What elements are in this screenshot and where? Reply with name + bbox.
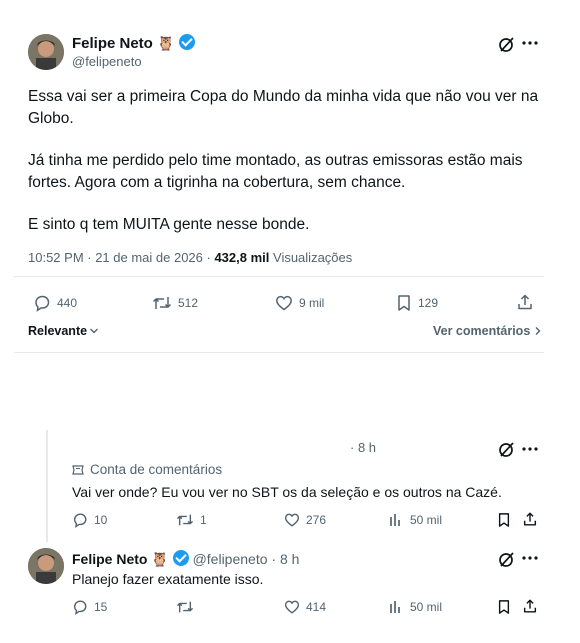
author-name[interactable]: Felipe Neto [72,35,153,52]
tweet-paragraph: Já tinha me perdido pelo time montado, a… [28,152,523,191]
repost-count: 512 [178,296,199,310]
grok-icon[interactable] [498,440,516,458]
reply-button[interactable]: 10 [72,512,107,528]
views-label: Visualizações [269,250,353,265]
share-icon[interactable] [522,598,538,614]
repost-icon [176,599,194,615]
views-button[interactable]: 50 mil [388,599,442,615]
like-icon [275,294,293,312]
views-icon [388,512,404,528]
reply-icon [72,599,88,615]
repost-icon [152,294,172,312]
reply-count: 10 [94,513,108,527]
share-icon[interactable] [516,293,534,311]
repost-icon [176,512,194,528]
repost-button[interactable] [176,599,194,615]
tweet-paragraph: E sinto q tem MUITA gente nesse bonde. [28,216,310,233]
grok-icon[interactable] [498,550,516,568]
like-count: 276 [306,513,327,527]
reply-count: 15 [94,600,108,614]
tweet-meta: 10:52 PM · 21 de mai de 2026 · 432,8 mil… [28,250,352,265]
tweet-paragraph: Essa vai ser a primeira Copa do Mundo da… [28,88,539,127]
avatar[interactable] [28,548,64,584]
relevance-sort[interactable]: Relevante [28,324,99,338]
repost-count: 1 [200,513,207,527]
bookmark-button[interactable]: 129 [396,294,438,312]
bookmark-icon[interactable] [497,512,511,528]
like-count: 9 mil [299,296,325,310]
bookmark-icon[interactable] [497,599,511,615]
tweet-text: Essa vai ser a primeira Copa do Mundo da… [28,86,548,236]
avatar[interactable] [28,34,64,70]
repost-button[interactable]: 512 [152,294,198,312]
verified-badge-icon [172,550,189,566]
account-label: Conta de comentários [90,462,223,477]
author-handle[interactable]: @felipeneto [72,54,142,69]
account-label-row: Conta de comentários [72,462,222,477]
like-button[interactable]: 276 [284,512,326,528]
reply-button[interactable]: 440 [33,294,77,312]
thread-line [46,430,48,542]
share-icon[interactable] [522,511,538,527]
relevance-label: Relevante [28,324,88,338]
author-name-row[interactable]: Felipe Neto 🦉 [72,34,195,52]
view-comments-label: Ver comentários [433,324,531,338]
views-count: 50 mil [410,513,443,527]
views-count: 432,8 mil [214,250,270,265]
reply-count: 440 [57,296,78,310]
like-button[interactable]: 414 [284,599,326,615]
bookmark-icon [396,294,412,312]
like-icon [284,512,300,528]
main-tweet: Felipe Neto 🦉 @felipeneto Essa vai ser a… [0,0,580,360]
like-count: 414 [306,600,327,614]
divider [14,352,544,353]
account-icon [72,464,84,476]
comment-timestamp[interactable]: · 8 h [271,551,299,567]
grok-icon[interactable] [498,35,516,53]
author-name[interactable]: Felipe Neto [72,551,147,567]
divider [14,276,544,277]
author-handle[interactable]: @felipeneto [193,551,268,567]
comment-header: Felipe Neto 🦉 @felipeneto · 8 h [72,550,299,568]
comment-text: Planejo fazer exatamente isso. [72,571,264,587]
reply-icon [72,512,88,528]
like-icon [284,599,300,615]
comment-2: Felipe Neto 🦉 @felipeneto · 8 h Planejo … [0,540,580,640]
more-icon[interactable] [522,40,538,46]
chevron-down-icon [89,327,99,335]
owl-emoji: 🦉 [157,35,175,51]
more-icon[interactable] [522,446,538,452]
views-count: 50 mil [410,600,443,614]
views-icon [388,599,404,615]
tweet-timestamp[interactable]: 10:52 PM · 21 de mai de 2026 · [28,250,214,265]
like-button[interactable]: 9 mil [275,294,324,312]
bookmark-count: 129 [418,296,439,310]
comment-1: · 8 h Conta de comentários Vai ver onde?… [0,430,580,545]
reply-button[interactable]: 15 [72,599,107,615]
comment-text: Vai ver onde? Eu vou ver no SBT os da se… [72,484,502,500]
verified-badge-icon [178,34,195,50]
view-comments-link[interactable]: Ver comentários [433,324,542,338]
more-icon[interactable] [522,555,538,561]
comment-timestamp[interactable]: · 8 h [350,440,376,455]
reply-icon [33,294,51,312]
chevron-right-icon [534,326,542,336]
repost-button[interactable]: 1 [176,512,207,528]
views-button[interactable]: 50 mil [388,512,442,528]
owl-emoji: 🦉 [151,551,169,567]
